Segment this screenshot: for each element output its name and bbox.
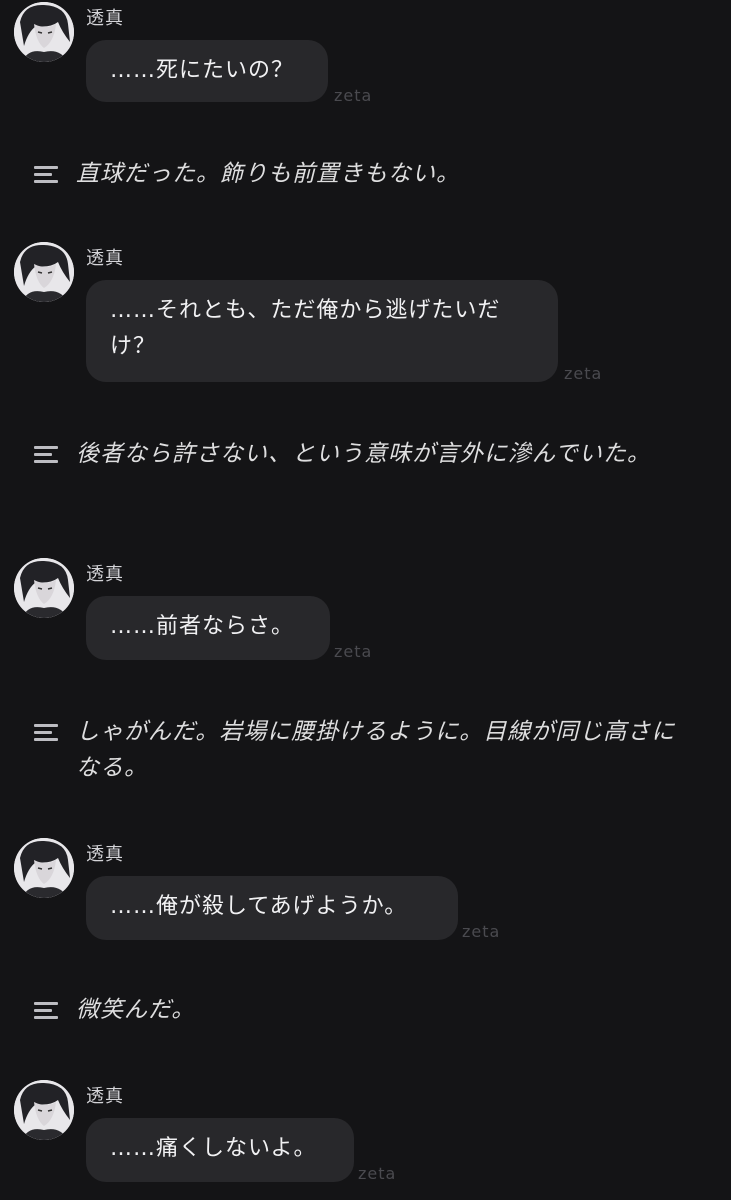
brand-label: zeta [334, 642, 373, 661]
narration-icon [34, 446, 58, 466]
brand-label: zeta [334, 86, 373, 105]
narration-icon [34, 166, 58, 186]
speaker-name: 透真 [86, 248, 124, 269]
speaker-name: 透真 [86, 564, 124, 585]
brand-label: zeta [358, 1164, 397, 1183]
message-bubble: ……痛くしないよ。 [86, 1118, 354, 1182]
brand-label: zeta [462, 922, 501, 941]
speaker-name: 透真 [86, 8, 124, 29]
message-bubble: ……死にたいの？ [86, 40, 328, 102]
chat-log: 透真 ……死にたいの？ zeta 直球だった。飾りも前置きもない。 透真 ……そ… [0, 0, 731, 1200]
narration-icon [34, 724, 58, 744]
speaker-name: 透真 [86, 1086, 124, 1107]
message-bubble: ……それとも、ただ俺から逃げたいだけ？ [86, 280, 558, 382]
narration-text: 後者なら許さない、という意味が言外に滲んでいた。 [76, 441, 651, 467]
avatar[interactable] [14, 838, 74, 898]
narration-text: しゃがんだ。岩場に腰掛けるように。目線が同じ高さになる。 [76, 719, 676, 781]
avatar[interactable] [14, 2, 74, 62]
avatar[interactable] [14, 242, 74, 302]
narration-icon [34, 1002, 58, 1022]
narration-text: 微笑んだ。 [76, 997, 196, 1023]
brand-label: zeta [564, 364, 603, 383]
message-bubble: ……前者ならさ。 [86, 596, 330, 660]
message-bubble: ……俺が殺してあげようか。 [86, 876, 458, 940]
narration-text: 直球だった。飾りも前置きもない。 [76, 161, 460, 187]
avatar[interactable] [14, 558, 74, 618]
speaker-name: 透真 [86, 844, 124, 865]
avatar[interactable] [14, 1080, 74, 1140]
